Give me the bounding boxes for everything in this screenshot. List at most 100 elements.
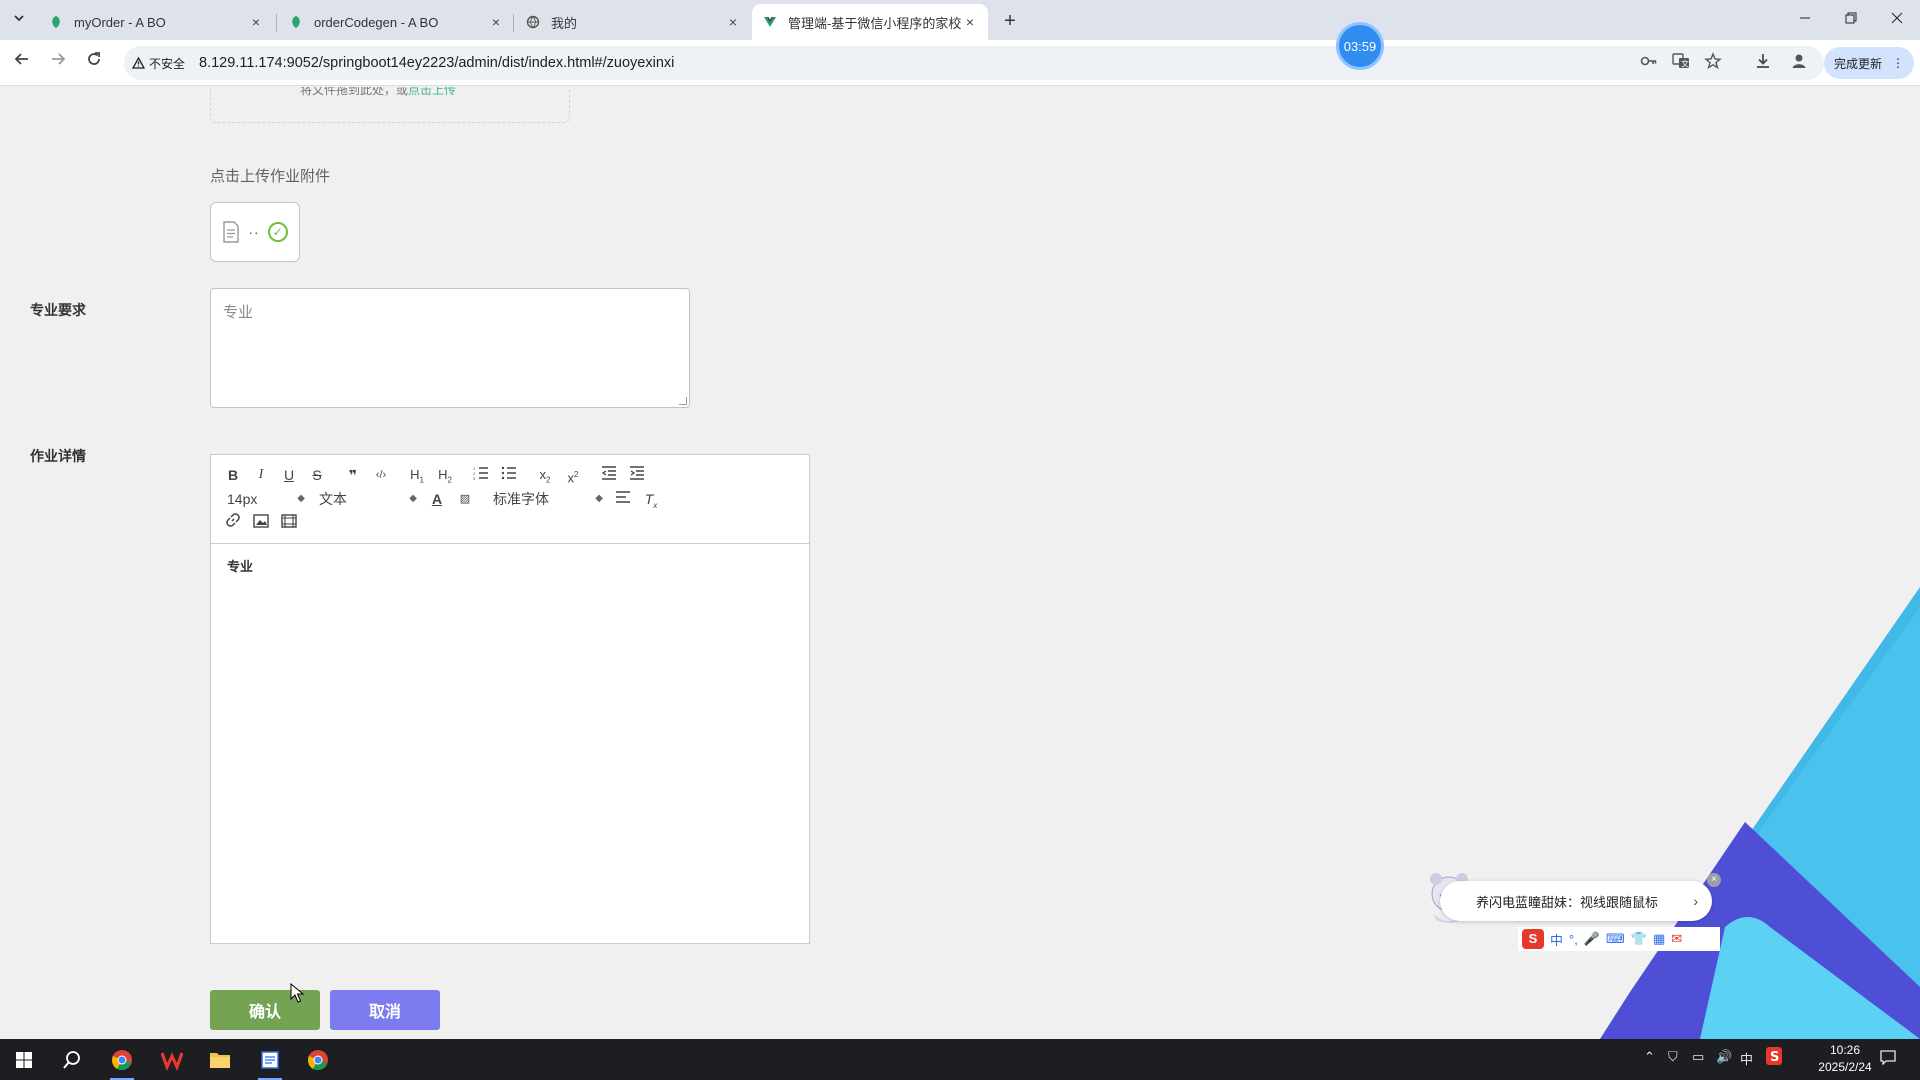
system-clock[interactable]: 10:26 2025/2/24 xyxy=(1810,1042,1880,1076)
address-bar[interactable]: 不安全 8.129.11.174:9052/springboot14ey2223… xyxy=(124,46,1824,80)
chrome-icon-2[interactable] xyxy=(298,1045,338,1075)
subscript-icon[interactable]: x2 xyxy=(531,463,559,487)
header2-icon[interactable]: H2 xyxy=(431,463,459,487)
chevron-right-icon[interactable]: › xyxy=(1693,893,1698,909)
close-icon[interactable]: × xyxy=(488,14,504,30)
video-icon[interactable] xyxy=(275,511,303,535)
tab-title: 管理端-基于微信小程序的家校 xyxy=(788,15,962,31)
strike-icon[interactable]: S xyxy=(303,463,331,487)
bookmark-star-icon[interactable] xyxy=(1702,52,1724,74)
requirement-label: 专业要求 xyxy=(30,302,86,318)
ordered-list-icon[interactable]: 123 xyxy=(467,463,495,487)
skin-icon[interactable]: 👕 xyxy=(1631,931,1647,947)
tab-ordercodegen[interactable]: orderCodegen - A BO × xyxy=(278,4,514,40)
svg-text:S: S xyxy=(1770,1050,1779,1065)
search-icon[interactable] xyxy=(52,1045,92,1075)
tab-search-button[interactable] xyxy=(8,10,30,30)
select-arrows-icon: ◆ xyxy=(595,493,603,504)
editor-content-area[interactable]: 专业 xyxy=(211,544,809,587)
outdent-icon[interactable] xyxy=(595,463,623,487)
apps-grid-icon[interactable]: ▦ xyxy=(1653,931,1665,947)
punctuation-icon[interactable]: °, xyxy=(1569,932,1578,947)
chrome-icon[interactable] xyxy=(102,1045,142,1080)
minimize-icon[interactable] xyxy=(1782,4,1828,34)
translate-icon[interactable]: 文 xyxy=(1670,52,1692,74)
blockquote-icon[interactable]: ❞ xyxy=(339,463,367,487)
clock-time: 10:26 xyxy=(1829,1043,1861,1057)
header-select[interactable]: 文本 ◆ xyxy=(311,487,423,511)
tab-title: orderCodegen - A BO xyxy=(314,14,439,30)
ime-toolbar: S 中 °, 🎤 ⌨ 👕 ▦ ✉ xyxy=(1518,927,1720,951)
recording-timer[interactable]: 03:59 xyxy=(1336,22,1384,70)
back-icon[interactable] xyxy=(10,51,34,75)
keyboard-icon[interactable]: ⌨ xyxy=(1606,931,1625,947)
tray-ime-label[interactable]: 中 xyxy=(1740,1049,1753,1068)
update-button[interactable]: 完成更新 ⋮ xyxy=(1824,47,1914,79)
close-icon[interactable]: × xyxy=(962,14,978,30)
tray-chevron-up-icon[interactable]: ⌃ xyxy=(1644,1049,1655,1065)
tab-title: myOrder - A BO xyxy=(74,14,166,30)
microphone-icon[interactable]: 🎤 xyxy=(1584,931,1600,947)
resize-handle[interactable] xyxy=(679,397,687,405)
attachment-file-card[interactable]: ·· ✓ xyxy=(210,202,300,262)
forward-icon[interactable] xyxy=(46,51,70,75)
upload-link[interactable]: 点击上传 xyxy=(408,87,456,97)
green-leaf-icon xyxy=(48,14,64,30)
windows-start-icon[interactable] xyxy=(4,1045,44,1075)
tray-shield-icon[interactable]: ⛉ xyxy=(1668,1049,1678,1065)
wps-icon[interactable] xyxy=(152,1045,192,1075)
bold-icon[interactable]: B xyxy=(219,463,247,487)
toolbox-icon[interactable]: ✉ xyxy=(1671,931,1682,947)
cancel-button[interactable]: 取消 xyxy=(330,990,440,1030)
security-indicator[interactable]: 不安全 xyxy=(132,55,185,72)
close-icon[interactable]: × xyxy=(725,14,741,30)
image-icon[interactable] xyxy=(247,511,275,535)
green-leaf-icon xyxy=(288,14,304,30)
select-arrows-icon: ◆ xyxy=(297,493,305,504)
font-size-select[interactable]: 14px ◆ xyxy=(219,487,311,511)
restore-icon[interactable] xyxy=(1828,4,1874,34)
requirement-textarea[interactable]: 专业 xyxy=(210,288,690,408)
download-icon[interactable] xyxy=(1752,52,1774,74)
header1-icon[interactable]: H1 xyxy=(403,463,431,487)
sogou-logo-icon[interactable]: S xyxy=(1522,929,1544,949)
tab-myorder[interactable]: myOrder - A BO × xyxy=(38,4,274,40)
font-family-select[interactable]: 标准字体 ◆ xyxy=(485,487,609,511)
header-select-value: 文本 xyxy=(319,491,347,507)
more-vert-icon[interactable]: ⋮ xyxy=(1892,56,1904,70)
warning-icon xyxy=(132,57,145,69)
font-color-icon[interactable]: A xyxy=(423,487,451,511)
profile-avatar-icon[interactable] xyxy=(1788,52,1810,74)
editor-toolbar: B I U S ❞ ‹/› H1 H2 123 x2 x2 14px ◆ 文本 … xyxy=(211,455,809,544)
tab-admin-active[interactable]: 管理端-基于微信小程序的家校 × xyxy=(752,4,988,40)
indent-icon[interactable] xyxy=(623,463,651,487)
underline-icon[interactable]: U xyxy=(275,463,303,487)
tab-wode[interactable]: 我的 × xyxy=(515,4,751,40)
tab-divider xyxy=(276,14,277,32)
code-block-icon[interactable]: ‹/› xyxy=(367,463,395,487)
tray-volume-icon[interactable]: 🔊 xyxy=(1716,1049,1732,1065)
align-icon[interactable] xyxy=(609,487,637,511)
clear-format-icon[interactable]: Tx xyxy=(637,487,665,511)
bullet-list-icon[interactable] xyxy=(495,463,523,487)
notification-center-icon[interactable] xyxy=(1880,1049,1896,1068)
new-tab-button[interactable]: + xyxy=(996,8,1024,36)
file-explorer-icon[interactable] xyxy=(200,1045,240,1075)
ime-mode-label[interactable]: 中 xyxy=(1550,930,1563,949)
tray-network-icon[interactable]: ▭ xyxy=(1692,1049,1704,1065)
notification-close-icon[interactable]: × xyxy=(1707,873,1721,887)
mascot-notification[interactable]: 养闪电蓝瞳甜妹：视线跟随鼠标 › xyxy=(1440,881,1712,921)
reload-icon[interactable] xyxy=(82,51,106,75)
background-color-icon[interactable]: ▨ xyxy=(451,487,479,511)
superscript-icon[interactable]: x2 xyxy=(559,463,587,487)
svg-text:文: 文 xyxy=(1681,59,1689,69)
password-key-icon[interactable] xyxy=(1638,52,1660,74)
window-close-icon[interactable] xyxy=(1874,4,1920,34)
close-icon[interactable]: × xyxy=(248,14,264,30)
notepad-icon[interactable] xyxy=(250,1045,290,1080)
tray-sogou-icon[interactable]: S xyxy=(1766,1047,1782,1068)
font-size-value: 14px xyxy=(227,491,258,507)
italic-icon[interactable]: I xyxy=(247,463,275,487)
rich-text-editor: B I U S ❞ ‹/› H1 H2 123 x2 x2 14px ◆ 文本 … xyxy=(210,454,810,944)
link-icon[interactable] xyxy=(219,511,247,535)
